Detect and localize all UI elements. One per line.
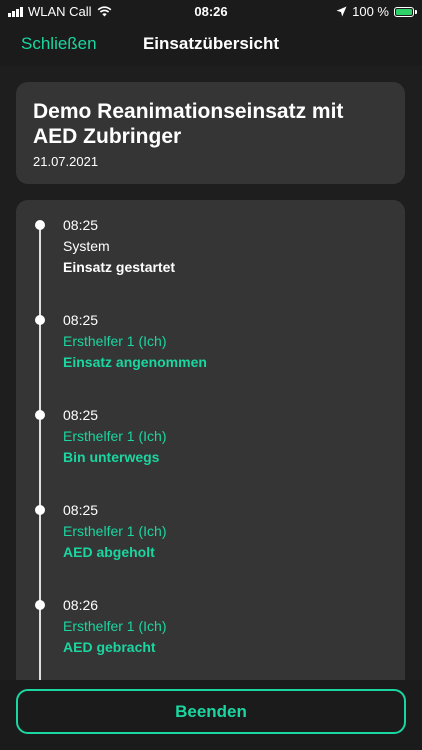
content-area[interactable]: Demo Reanimationseinsatz mit AED Zubring… (0, 66, 422, 700)
timeline-dot (35, 600, 45, 610)
event-action: Einsatz gestartet (63, 259, 176, 275)
timeline-dot (35, 410, 45, 420)
battery-percent: 100 % (352, 4, 389, 19)
event-action: Einsatz angenommen (63, 354, 207, 370)
event-time: 08:25 (63, 407, 99, 423)
status-right: 100 % (336, 4, 417, 19)
finish-button[interactable]: Beenden (16, 689, 406, 734)
event-actor: Ersthelfer 1 (Ich) (63, 618, 167, 634)
location-arrow-icon (336, 6, 347, 17)
event-time: 08:25 (63, 502, 99, 518)
event-actor: System (63, 238, 110, 254)
mission-card: Demo Reanimationseinsatz mit AED Zubring… (16, 82, 405, 184)
timeline-event: 08:25 Ersthelfer 1 (Ich) Bin unterwegs (16, 390, 405, 470)
timeline-event: 08:25 Ersthelfer 1 (Ich) AED abgeholt (16, 485, 405, 565)
event-actor: Ersthelfer 1 (Ich) (63, 523, 167, 539)
timeline-card[interactable]: 08:25 System Einsatz gestartet 08:25 Ers… (16, 200, 405, 700)
event-time: 08:25 (63, 312, 99, 328)
battery-charging-icon (394, 6, 417, 17)
timeline-dot (35, 315, 45, 325)
event-time: 08:26 (63, 597, 99, 613)
mission-date: 21.07.2021 (33, 154, 99, 169)
timeline-event: 08:26 Ersthelfer 1 (Ich) AED gebracht (16, 580, 405, 660)
event-actor: Ersthelfer 1 (Ich) (63, 428, 167, 444)
bottom-bar: Beenden (0, 680, 422, 750)
mission-title: Demo Reanimationseinsatz mit AED Zubring… (33, 100, 344, 148)
event-action: AED gebracht (63, 639, 156, 655)
event-action: Bin unterwegs (63, 449, 160, 465)
status-bar: WLAN Call 08:26 100 % (0, 0, 422, 24)
event-actor: Ersthelfer 1 (Ich) (63, 333, 167, 349)
event-time: 08:25 (63, 217, 99, 233)
page-title: Einsatzübersicht (142, 34, 280, 53)
timeline-dot (35, 505, 45, 515)
timeline-dot (35, 220, 45, 230)
timeline-event: 08:25 System Einsatz gestartet (16, 200, 405, 280)
timeline-event: 08:25 Ersthelfer 1 (Ich) Einsatz angenom… (16, 295, 405, 375)
nav-bar: Schließen Einsatzübersicht (0, 24, 422, 64)
event-action: AED abgeholt (63, 544, 155, 560)
